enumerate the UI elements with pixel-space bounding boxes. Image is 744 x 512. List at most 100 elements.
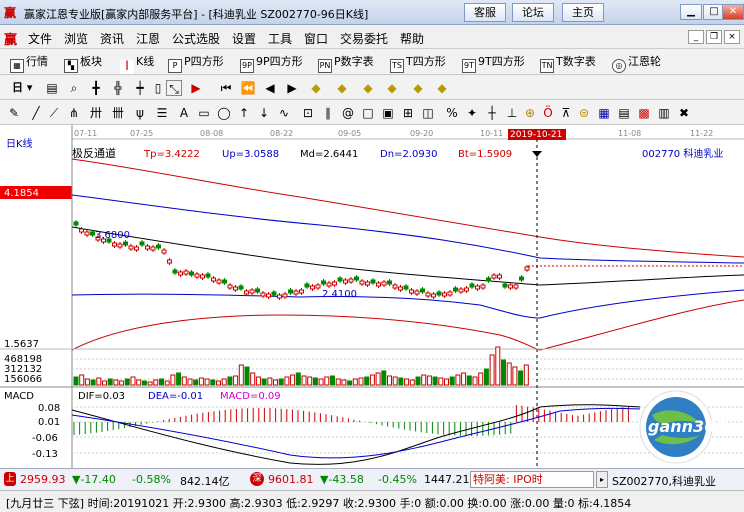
menu-info[interactable]: 资讯 [100,30,124,47]
news-ticker[interactable]: 特阿美: IPO时 [470,471,594,488]
tb-9t-square-button[interactable]: 9T 9T四方形 [462,53,525,73]
nav-kefu-button[interactable]: 客服 [464,3,506,22]
tb-t-number-button[interactable]: TN T数字表 [540,53,596,73]
title-bar: 赢 赢家江恩专业版[赢家内部服务平台] - [科迪乳业 SZ002770-96日… [0,0,744,25]
diamond-icon-2[interactable]: ◆ [334,80,350,96]
diamond-icon-4[interactable]: ◆ [384,80,400,96]
ray-icon[interactable]: ⟋ [46,105,62,121]
diamond-icon-1[interactable]: ◆ [308,80,324,96]
tb-kline-button[interactable]: ┃ K线 [120,53,154,74]
candle-body [464,287,469,292]
period-select[interactable]: 日 ▾ [12,79,32,97]
arrow-down-icon[interactable]: ↓ [256,105,272,121]
prev-icon[interactable]: ⏪ [240,80,256,96]
gold-icon[interactable]: ⊜ [576,105,592,121]
candle-body [442,292,447,297]
volume-bar [216,380,221,386]
menu-help[interactable]: 帮助 [400,30,424,47]
parallel-icon[interactable]: ∥ [320,105,336,121]
erase-icon[interactable]: ✖ [676,105,692,121]
menu-browse[interactable]: 浏览 [64,30,88,47]
candle-body [222,279,227,284]
tb-p-number-button[interactable]: PN P数字表 [318,53,374,73]
chart-icon[interactable]: ▤ [44,80,60,96]
menu-formula[interactable]: 公式选股 [172,30,220,47]
toolbar-main: ▦ 行情 ▚ 板块 ┃ K线 P P四方形 9P 9P四方形 PN P数字表 TS T四方形 … [0,49,744,75]
minimize-button[interactable]: ▁ [680,4,702,20]
fib-icon[interactable]: ☰ [154,105,170,121]
arrow-up-icon[interactable]: ↑ [236,105,252,121]
left-icon[interactable]: ◀ [262,80,278,96]
mdi-minimize-button[interactable]: _ [688,30,704,44]
tb-t-square-button[interactable]: TS T四方形 [390,53,446,73]
calc-icon[interactable]: ▤ [616,105,632,121]
candle-style-icon[interactable]: ╋ [88,80,104,96]
calendar-icon[interactable]: ▦ [596,105,612,121]
fork-icon[interactable]: ψ [132,105,148,121]
date-label: 07-25 [130,129,153,138]
candle-body [233,286,238,291]
menu-file[interactable]: 文件 [28,30,52,47]
candle-body [332,281,337,286]
diamond-icon-5[interactable]: ◆ [410,80,426,96]
nav-forum-button[interactable]: 论坛 [512,3,554,22]
line-style-icon[interactable]: ┿ [132,80,148,96]
nav-home-button[interactable]: 主页 [562,3,604,22]
mdi-restore-button[interactable]: ❐ [706,30,722,44]
bar-style-icon[interactable]: ╬ [110,80,126,96]
divide-icon[interactable]: ⊞ [400,105,416,121]
line-draw-icon[interactable]: ╱ [28,105,44,121]
gann-grid-icon[interactable]: 卌 [110,105,126,121]
frame-icon[interactable]: ▣ [380,105,396,121]
right-icon[interactable]: ▶ [284,80,300,96]
mdi-close-button[interactable]: × [724,30,740,44]
save-icon[interactable]: ▥ [656,105,672,121]
box-icon[interactable]: ⊡ [300,105,316,121]
coin-icon[interactable]: ⊕ [522,105,538,121]
pencil-icon[interactable]: ✎ [6,105,22,121]
spiral-icon[interactable]: @ [340,105,356,121]
ticker-scroll-button[interactable]: ▸ [596,471,608,488]
menu-window[interactable]: 窗口 [304,30,328,47]
close-button[interactable]: ✕ [722,4,744,20]
volume-bar [398,377,404,386]
cross-icon[interactable]: ┼ [484,105,500,121]
candle-body [145,245,150,250]
volume-bar [461,372,467,386]
menu-settings[interactable]: 设置 [232,30,256,47]
chart-area[interactable]: 07-11 07-25 08-08 08-22 09-05 09-20 10-11 11-08… [0,125,744,468]
fan-icon[interactable]: ⋔ [66,105,82,121]
sector-icon[interactable]: ⊼ [558,105,574,121]
tb-9p-square-button[interactable]: 9P 9P四方形 [240,53,303,73]
tb-sector-button[interactable]: ▚ 板块 [64,53,102,73]
gann-fan-icon[interactable]: 卅 [88,105,104,121]
volume-bar [96,377,102,386]
cursor-icon[interactable]: ▯ [150,80,166,96]
percent-icon[interactable]: % [444,105,460,121]
cursor2-icon[interactable]: ⊥ [504,105,520,121]
volume-bar [107,378,113,386]
cycle-icon[interactable]: ∿ [276,105,292,121]
text-icon[interactable]: A [176,105,192,121]
tb-quote-button[interactable]: ▦ 行情 [10,53,48,73]
volume-bar [295,372,301,386]
rect-icon[interactable]: ▭ [196,105,212,121]
zoom-icon[interactable]: ⌕ [66,80,82,96]
square-icon[interactable]: □ [360,105,376,121]
menu-trade[interactable]: 交易委托 [340,30,388,47]
gann-box-icon[interactable]: Ö [540,105,556,121]
first-icon[interactable]: ⏮ [218,80,234,96]
fit-icon[interactable]: ⤡ [166,80,182,96]
diamond-icon-6[interactable]: ◆ [434,80,450,96]
tb-gann-wheel-button[interactable]: ◎ 江恩轮 [612,53,661,73]
menu-tools[interactable]: 工具 [268,30,292,47]
ellipse-icon[interactable]: ◯ [216,105,232,121]
time-icon[interactable]: ◫ [420,105,436,121]
diamond-icon-3[interactable]: ◆ [360,80,376,96]
tb-p-square-button[interactable]: P P四方形 [168,53,224,73]
annotation-high: 3.6800 [95,230,130,241]
menu-gann[interactable]: 江恩 [136,30,160,47]
star-icon[interactable]: ✦ [464,105,480,121]
mark-icon[interactable]: ▩ [636,105,652,121]
flag-icon[interactable]: ▶ [188,80,204,96]
